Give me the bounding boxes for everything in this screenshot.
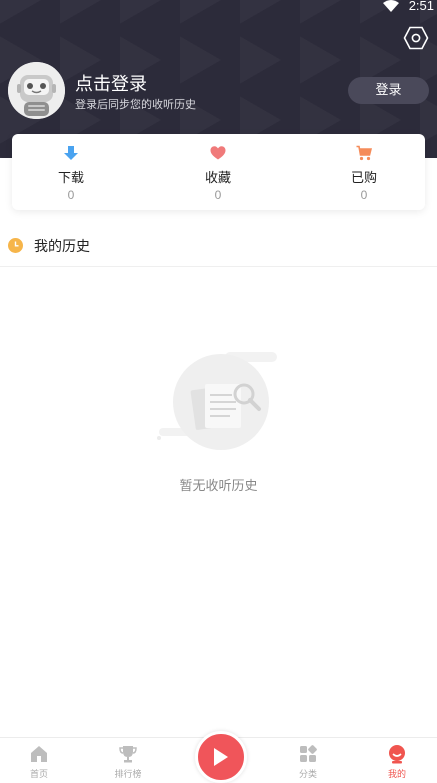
download-icon — [64, 146, 78, 160]
tab-label: 分类 — [298, 770, 317, 780]
settings-icon — [403, 26, 429, 50]
login-prompt-subtitle: 登录后同步您的收听历史 — [75, 98, 196, 111]
home-icon — [31, 746, 47, 762]
category-icon — [300, 745, 317, 762]
tab-home[interactable]: 首页 — [9, 738, 69, 782]
empty-history-illustration — [155, 350, 285, 450]
empty-search-icon — [157, 352, 277, 450]
stat-download[interactable]: 下载 0 — [16, 134, 126, 210]
tab-ranking[interactable]: 排行榜 — [98, 738, 158, 782]
settings-button[interactable] — [403, 25, 429, 51]
stat-purchased[interactable]: 已购 0 — [309, 134, 419, 210]
empty-history-text: 暂无收听历史 — [179, 479, 258, 494]
trophy-icon — [119, 746, 137, 763]
heart-icon — [210, 146, 226, 160]
history-section-header: 我的历史 — [0, 228, 437, 267]
tab-label: 排行榜 — [114, 770, 142, 780]
login-button[interactable]: 登录 — [348, 77, 429, 104]
history-title: 我的历史 — [34, 239, 90, 255]
profile-icon — [389, 745, 405, 764]
stat-count: 0 — [360, 188, 368, 202]
avatar[interactable] — [8, 62, 65, 119]
stats-card: 下载 0 收藏 0 已购 0 — [12, 134, 425, 210]
stat-label: 收藏 — [204, 171, 231, 186]
play-icon — [214, 748, 228, 766]
tab-label: 我的 — [387, 770, 406, 780]
robot-avatar-icon — [8, 62, 65, 119]
player-play-button[interactable] — [195, 731, 247, 783]
wifi-icon — [383, 0, 399, 12]
status-bar: 2:51 — [0, 0, 437, 14]
clock-icon — [8, 238, 23, 253]
tab-category[interactable]: 分类 — [278, 738, 338, 782]
status-time: 2:51 — [408, 0, 434, 13]
stat-favorite[interactable]: 收藏 0 — [163, 134, 273, 210]
tab-mine[interactable]: 我的 — [367, 738, 427, 782]
stat-count: 0 — [67, 188, 75, 202]
login-prompt-title[interactable]: 点击登录 — [75, 70, 147, 96]
stat-label: 已购 — [350, 171, 377, 186]
tab-label: 首页 — [29, 770, 48, 780]
cart-icon — [356, 145, 372, 161]
stat-label: 下载 — [57, 171, 84, 186]
stat-count: 0 — [214, 188, 222, 202]
